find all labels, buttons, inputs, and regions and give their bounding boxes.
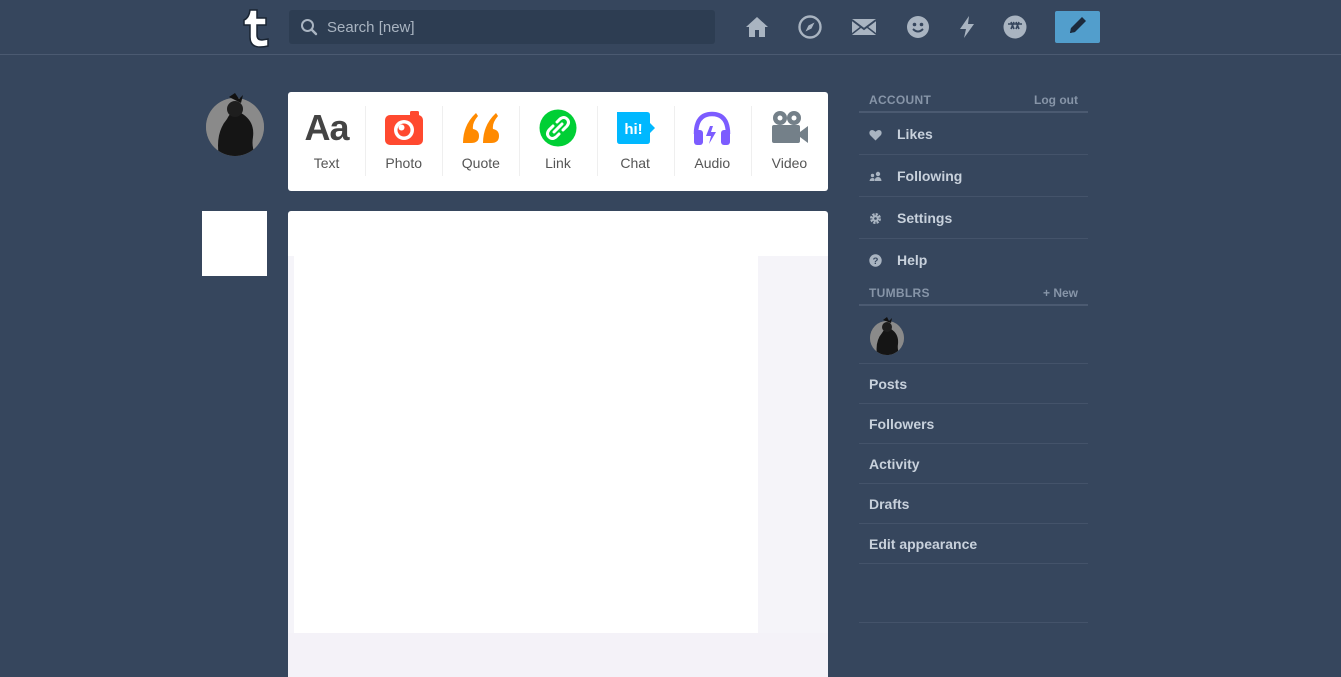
section-title: TUMBLRS: [869, 286, 930, 300]
home-icon[interactable]: [742, 12, 772, 42]
sidebar-item-label: Help: [897, 252, 928, 268]
chat-hi-icon: hi!: [610, 108, 660, 148]
search-bar[interactable]: [289, 10, 715, 44]
post-content-frame: [288, 256, 294, 677]
post-type-label: Photo: [385, 155, 422, 171]
sidebar-item-label: Posts: [869, 376, 908, 392]
svg-text:hi!: hi!: [624, 121, 642, 138]
post-type-video-button[interactable]: Video: [750, 92, 828, 191]
post-content-frame: [758, 256, 828, 677]
search-icon: [300, 18, 318, 36]
post-type-label: Link: [545, 155, 571, 171]
text-aa-icon: Aa: [304, 107, 350, 148]
post-type-label: Quote: [461, 155, 500, 171]
sidebar-item-activity[interactable]: Activity: [859, 444, 1088, 484]
blog-avatar[interactable]: [869, 317, 905, 355]
sunglasses-icon[interactable]: [1000, 12, 1030, 42]
sidebar-item-label: Followers: [869, 416, 935, 432]
compose-post-button[interactable]: [1055, 11, 1100, 43]
tumblrs-section-header: TUMBLRS + New: [859, 279, 1088, 306]
sidebar-item-drafts[interactable]: Drafts: [859, 484, 1088, 524]
post-type-bar: Aa Text Photo Quote Link hi! Chat Audio …: [288, 92, 828, 191]
sidebar-item-likes[interactable]: Likes: [859, 113, 1088, 155]
user-avatar[interactable]: [205, 93, 265, 157]
post-type-label: Text: [313, 155, 340, 171]
sidebar-item-settings[interactable]: Settings: [859, 197, 1088, 239]
top-header: [0, 0, 1341, 55]
headphones-icon: [687, 108, 737, 148]
logout-link[interactable]: Log out: [1034, 93, 1078, 107]
post-type-link-button[interactable]: Link: [519, 92, 596, 191]
sidebar-item-posts[interactable]: Posts: [859, 364, 1088, 404]
section-title: ACCOUNT: [869, 93, 932, 107]
dashboard-post-card: [288, 211, 828, 677]
right-sidebar: ACCOUNT Log out Likes Following Settings: [859, 86, 1088, 564]
post-content-frame: [288, 633, 828, 677]
inbox-mail-icon[interactable]: [849, 12, 879, 42]
account-section-header: ACCOUNT Log out: [859, 86, 1088, 113]
sidebar-item-label: Drafts: [869, 496, 910, 512]
svg-text:?: ?: [873, 256, 879, 267]
sidebar-item-help[interactable]: ? Help: [859, 239, 1088, 279]
post-type-label: Chat: [620, 155, 650, 171]
quote-icon: [456, 108, 506, 148]
blog-avatar-row[interactable]: [859, 306, 1088, 364]
sidebar-item-following[interactable]: Following: [859, 155, 1088, 197]
video-camera-icon: [764, 108, 814, 148]
sidebar-item-label: Likes: [897, 126, 933, 142]
sidebar-divider: [859, 622, 1088, 623]
messaging-smiley-icon[interactable]: [903, 12, 933, 42]
sidebar-item-label: Settings: [897, 210, 953, 226]
post-type-chat-button[interactable]: hi! Chat: [596, 92, 674, 191]
activity-lightning-icon[interactable]: [952, 12, 982, 42]
people-icon: [869, 170, 882, 183]
sidebar-item-label: Activity: [869, 456, 920, 472]
tumblr-logo-icon[interactable]: [238, 6, 274, 48]
heart-icon: [869, 128, 882, 141]
pencil-icon: [1067, 14, 1089, 41]
post-type-label: Audio: [694, 155, 731, 171]
post-type-audio-button[interactable]: Audio: [673, 92, 751, 191]
sidebar-item-label: Following: [897, 168, 963, 184]
post-type-quote-button[interactable]: Quote: [442, 92, 519, 191]
new-blog-link[interactable]: + New: [1043, 286, 1078, 300]
post-type-text-button[interactable]: Aa Text: [288, 92, 365, 191]
link-icon: [533, 108, 583, 148]
sidebar-item-edit-appearance[interactable]: Edit appearance: [859, 524, 1088, 564]
post-type-photo-button[interactable]: Photo: [365, 92, 442, 191]
post-type-label: Video: [771, 155, 808, 171]
sidebar-item-followers[interactable]: Followers: [859, 404, 1088, 444]
sidebar-item-label: Edit appearance: [869, 536, 978, 552]
search-input[interactable]: [325, 10, 705, 44]
explore-compass-icon[interactable]: [795, 12, 825, 42]
post-avatar-placeholder: [202, 211, 267, 276]
question-icon: ?: [869, 254, 882, 267]
gear-icon: [869, 212, 882, 225]
camera-icon: [379, 108, 429, 148]
